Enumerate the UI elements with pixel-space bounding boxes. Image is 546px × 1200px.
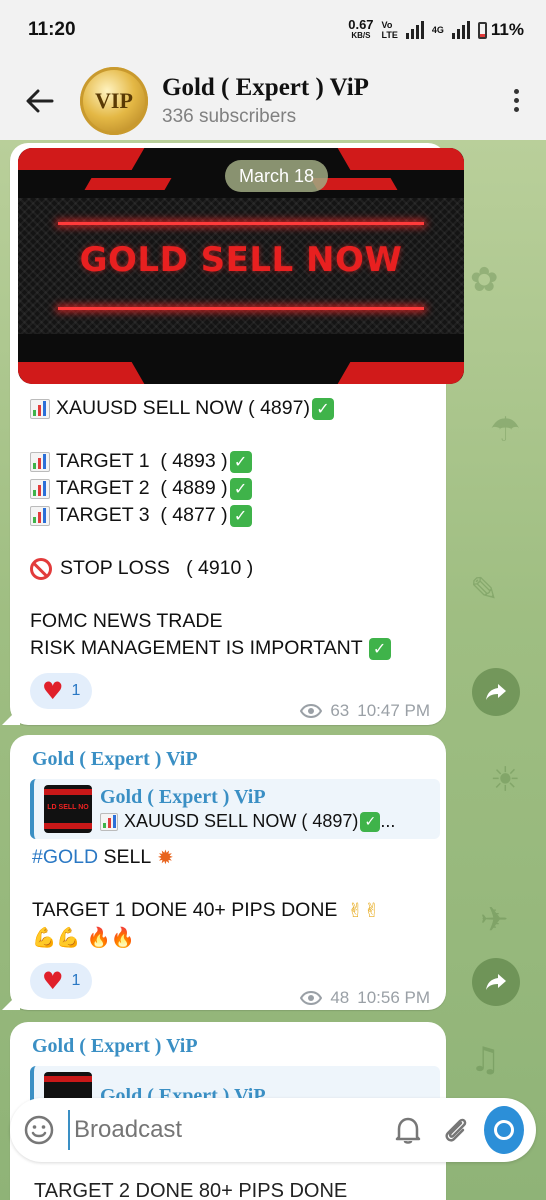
message-text: XAUUSD SELL NOW ( 4897) ✓ TARGET 1 ( 489… [30,395,391,662]
channel-title: Gold ( Expert ) ViP [162,73,369,101]
status-bar: 11:20 0.67 KB/S Vo LTE 4G 11% [0,0,546,60]
bar-chart-icon [100,812,118,831]
reply-author: Gold ( Expert ) ViP [100,786,266,808]
bar-chart-icon [30,451,50,472]
status-icons: 0.67 KB/S Vo LTE 4G 11% [348,17,524,41]
broadcast-input[interactable] [68,1110,385,1150]
subscriber-count: 336 subscribers [162,105,297,127]
share-button[interactable] [472,958,520,1006]
more-vertical-icon [513,89,519,94]
eye-icon [300,991,323,1005]
target-line: TARGET 3 ( 4877 ) ✓ [30,502,391,529]
heart-reaction[interactable]: ♥ 1 [30,963,93,999]
fire-icon: 🔥🔥 [86,926,136,949]
note-line: FOMC NEWS TRADE [30,610,223,632]
camera-icon [494,1120,515,1140]
check-mark-icon: ✓ [229,504,252,527]
target-line: TARGET 2 ( 4889 ) ✓ [30,475,391,502]
check-mark-icon: ✓ [311,397,334,420]
battery: 11% [477,20,524,40]
camera-button[interactable] [484,1106,524,1154]
attach-button[interactable] [432,1115,480,1145]
check-mark-icon: ✓ [229,450,252,473]
notification-toggle[interactable] [384,1115,432,1145]
stop-loss-line: STOP LOSS ( 4910 ) [30,555,391,582]
message-time: 10:47 PM [357,701,430,720]
eye-icon [300,704,323,718]
message-meta: 63 10:47 PM [300,701,430,721]
check-mark-icon: ✓ [360,811,381,832]
smiley-icon [24,1115,54,1145]
message-text: #GOLD SELL ✹ TARGET 1 DONE 40+ PIPS DONE… [32,844,381,949]
hashtag-link[interactable]: #GOLD [32,844,98,871]
view-count: 48 [330,988,350,1007]
message-bubble-2[interactable]: Gold ( Expert ) ViP LD SELL NO Gold ( Ex… [10,735,446,1010]
channel-avatar[interactable]: VIP [80,66,148,135]
reply-text: XAUUSD SELL NOW ( 4897) ✓ ... [100,811,395,832]
channel-header: VIP Gold ( Expert ) ViP 336 subscribers [0,60,546,142]
paperclip-icon [445,1118,467,1142]
network-type: 4G [431,25,444,35]
emoji-button[interactable] [10,1115,68,1145]
message-image[interactable]: GOLD SELL NOW March 18 [18,148,464,384]
date-pill: March 18 [225,160,329,192]
channel-info[interactable]: Gold ( Expert ) ViP 336 subscribers [162,74,369,128]
prohibited-icon [30,557,52,580]
heart-icon: ♥ [42,677,64,705]
battery-icon [477,21,487,39]
message-time: 10:56 PM [357,988,430,1007]
bar-chart-icon [30,398,50,419]
bell-icon [395,1117,421,1144]
arrow-left-icon [26,89,54,112]
heart-icon: ♥ [42,967,64,995]
check-mark-icon: ✓ [368,637,391,660]
share-arrow-icon [486,974,506,990]
share-button[interactable] [472,668,520,716]
reply-preview[interactable]: LD SELL NO Gold ( Expert ) ViP XAUUSD SE… [30,779,440,839]
check-mark-icon: ✓ [229,477,252,500]
view-count: 63 [330,701,350,720]
victory-hand-icon: ✌✌ [347,899,381,922]
banner-text: GOLD SELL NOW [79,240,403,280]
message-author: Gold ( Expert ) ViP [32,1035,198,1057]
message-meta: 48 10:56 PM [300,988,430,1008]
flexed-biceps-icon: 💪💪 [32,926,81,949]
back-button[interactable] [0,60,80,142]
bar-chart-icon [30,505,50,526]
signal-icon-2 [451,21,470,39]
target-line: TARGET 1 ( 4893 ) ✓ [30,448,391,475]
bar-chart-icon [30,478,50,499]
more-menu-button[interactable] [486,89,546,112]
broadcast-input-bar [10,1098,536,1162]
collision-icon: ✹ [157,846,174,869]
message-author: Gold ( Expert ) ViP [32,748,198,770]
volte-indicator: Vo LTE [381,20,398,40]
signal-line: XAUUSD SELL NOW ( 4897) ✓ [30,395,391,422]
note-line: RISK MANAGEMENT IS IMPORTANT ✓ [30,635,391,662]
heart-reaction[interactable]: ♥ 1 [30,673,93,709]
share-arrow-icon [486,684,506,700]
status-time: 11:20 [28,19,76,40]
message-text-peek: TARGET 2 DONE 80+ PIPS DONE [34,1180,348,1200]
signal-icon [405,21,424,39]
reply-thumbnail: LD SELL NO [44,785,92,833]
net-speed: 0.67 KB/S [348,17,374,40]
message-bubble-1[interactable]: GOLD SELL NOW March 18 XAUUSD SELL NOW (… [10,143,464,725]
